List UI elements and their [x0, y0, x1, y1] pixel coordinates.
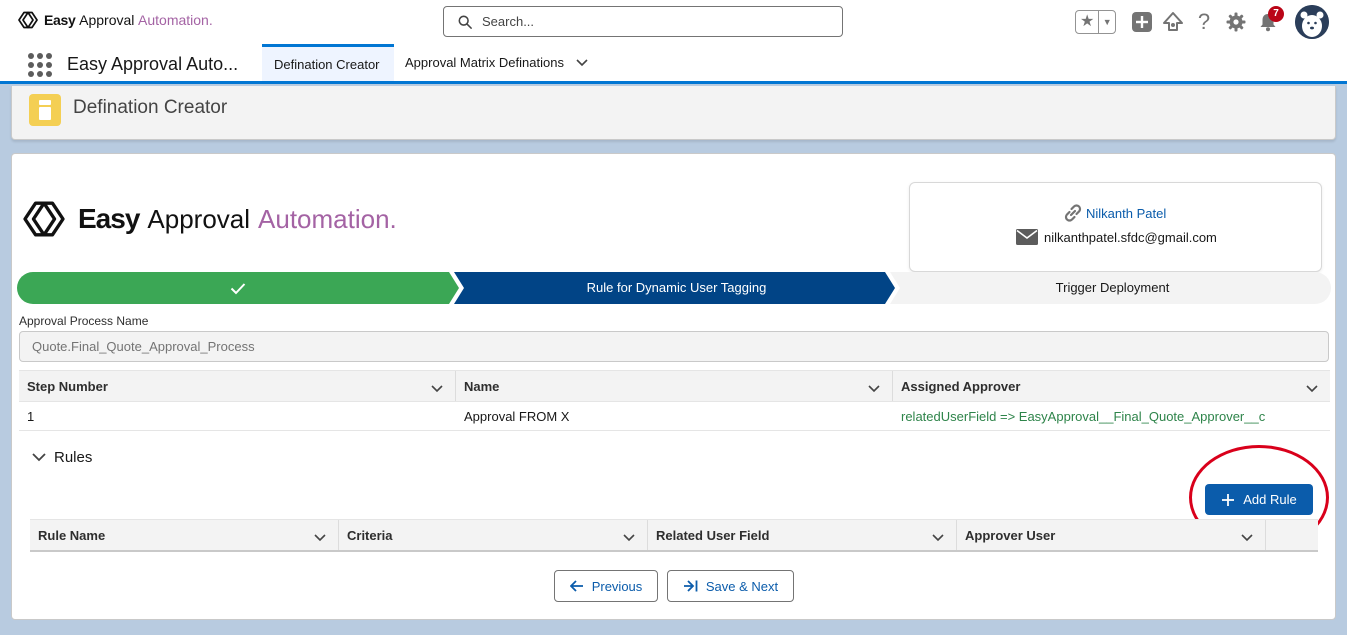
check-icon	[230, 283, 246, 295]
user-avatar-icon	[1295, 5, 1329, 39]
column-header-related-user-field[interactable]: Related User Field	[648, 520, 957, 550]
plus-icon	[1221, 493, 1235, 507]
chevron-down-icon[interactable]	[314, 530, 326, 545]
global-actions-button[interactable]	[1129, 9, 1155, 35]
rules-table: Rule Name Criteria Related User Field Ap…	[30, 519, 1318, 552]
tab-approval-matrix-definations[interactable]: Approval Matrix Definations	[393, 44, 600, 81]
steps-table: Step Number Name Assigned Approver 1 App…	[19, 370, 1330, 431]
add-rule-label: Add Rule	[1243, 492, 1297, 507]
previous-button[interactable]: Previous	[554, 570, 658, 602]
brand-easy: Easy	[78, 203, 140, 234]
chevron-down-icon[interactable]	[868, 381, 880, 396]
chevron-down-icon[interactable]	[623, 530, 635, 545]
brand-approval: Approval	[147, 203, 251, 234]
add-rule-button[interactable]: Add Rule	[1205, 484, 1313, 515]
cell-name: Approval FROM X	[464, 408, 570, 424]
header-logo[interactable]: Easy Approval Automation.	[18, 11, 213, 29]
cell-step-number: 1	[27, 408, 35, 424]
page-title: Defination Creator	[73, 97, 228, 118]
page-header: Defination Creator	[11, 86, 1336, 140]
tab-defination-creator[interactable]: Defination Creator	[262, 44, 394, 81]
help-button[interactable]: ?	[1191, 9, 1217, 35]
profile-email: nilkanthpatel.sfdc@gmail.com	[1044, 229, 1217, 245]
main-card: Easy Approval Automation. Nilkanth Patel…	[11, 153, 1336, 620]
star-icon: ★	[1076, 11, 1100, 33]
column-header-name[interactable]: Name	[456, 371, 893, 401]
save-next-label: Save & Next	[705, 578, 779, 594]
chevron-down-icon[interactable]	[431, 381, 443, 396]
add-icon	[1132, 12, 1152, 32]
navigation-bar: Easy Approval Auto... Defination Creator…	[0, 44, 1347, 84]
search-icon	[458, 15, 472, 29]
favorites-button[interactable]: ★ ▼	[1075, 10, 1116, 34]
notifications-button[interactable]: 7	[1255, 6, 1284, 35]
chevron-down-icon[interactable]	[932, 530, 944, 545]
notification-badge: 7	[1268, 6, 1284, 22]
column-header-criteria[interactable]: Criteria	[339, 520, 648, 550]
arrow-left-icon	[569, 580, 584, 592]
column-header-actions	[1266, 520, 1318, 550]
link-icon	[1064, 204, 1082, 222]
path-step-incomplete-label[interactable]: Trigger Deployment	[900, 280, 1325, 295]
column-header-rule-name[interactable]: Rule Name	[30, 520, 339, 550]
email-icon	[1016, 229, 1038, 245]
column-header-step-number[interactable]: Step Number	[19, 371, 456, 401]
chevron-down-icon	[32, 453, 46, 462]
column-header-assigned-approver[interactable]: Assigned Approver	[893, 371, 1330, 401]
tab-label: Approval Matrix Definations	[405, 55, 564, 70]
app-name: Easy Approval Auto...	[67, 54, 239, 74]
logo-mark-icon	[18, 11, 38, 29]
global-search[interactable]	[443, 6, 843, 37]
table-row: 1 Approval FROM X relatedUserField => Ea…	[19, 402, 1330, 431]
profile-card: Nilkanth Patel nilkanthpatel.sfdc@gmail.…	[909, 182, 1322, 272]
app-launcher-icon[interactable]	[28, 53, 52, 77]
brand-mark-icon	[23, 201, 65, 237]
chevron-down-icon[interactable]	[576, 58, 588, 67]
chevron-down-icon[interactable]	[1241, 530, 1253, 545]
path-step-current-label[interactable]: Rule for Dynamic User Tagging	[464, 280, 889, 295]
approval-process-input[interactable]	[19, 331, 1329, 362]
rules-section-label: Rules	[54, 449, 93, 466]
column-header-approver-user[interactable]: Approver User	[957, 520, 1266, 550]
logo-approval: Approval	[79, 12, 135, 28]
trailhead-button[interactable]	[1160, 9, 1186, 35]
chevron-down-icon[interactable]	[1306, 381, 1318, 396]
caret-down-icon[interactable]: ▼	[1099, 17, 1115, 27]
search-input[interactable]	[482, 14, 822, 29]
setup-button[interactable]	[1223, 9, 1249, 35]
previous-label: Previous	[591, 578, 643, 594]
gear-icon	[1226, 12, 1246, 32]
logo-easy: Easy	[44, 12, 76, 28]
progress-path: Rule for Dynamic User Tagging Trigger De…	[17, 272, 1331, 304]
save-next-button[interactable]: Save & Next	[667, 570, 794, 602]
avatar[interactable]	[1295, 5, 1329, 39]
page-icon	[29, 94, 61, 126]
global-header: Easy Approval Automation. ★ ▼	[0, 0, 1347, 44]
cell-assigned-approver: relatedUserField => EasyApproval__Final_…	[901, 408, 1266, 424]
profile-name-link[interactable]: Nilkanth Patel	[1086, 206, 1166, 221]
brand-logo: Easy Approval Automation.	[22, 200, 397, 238]
brand-automation: Automation.	[258, 203, 397, 234]
tab-label: Defination Creator	[274, 56, 380, 72]
approval-process-label: Approval Process Name	[19, 314, 149, 328]
rules-section-toggle[interactable]: Rules	[32, 449, 92, 466]
arrow-right-bar-icon	[683, 580, 698, 592]
logo-automation: Automation.	[138, 12, 213, 28]
lightning-component-icon	[39, 100, 51, 120]
help-icon: ?	[1197, 9, 1211, 34]
trailhead-icon	[1163, 12, 1183, 31]
footer-actions: Previous Save & Next	[554, 570, 794, 602]
